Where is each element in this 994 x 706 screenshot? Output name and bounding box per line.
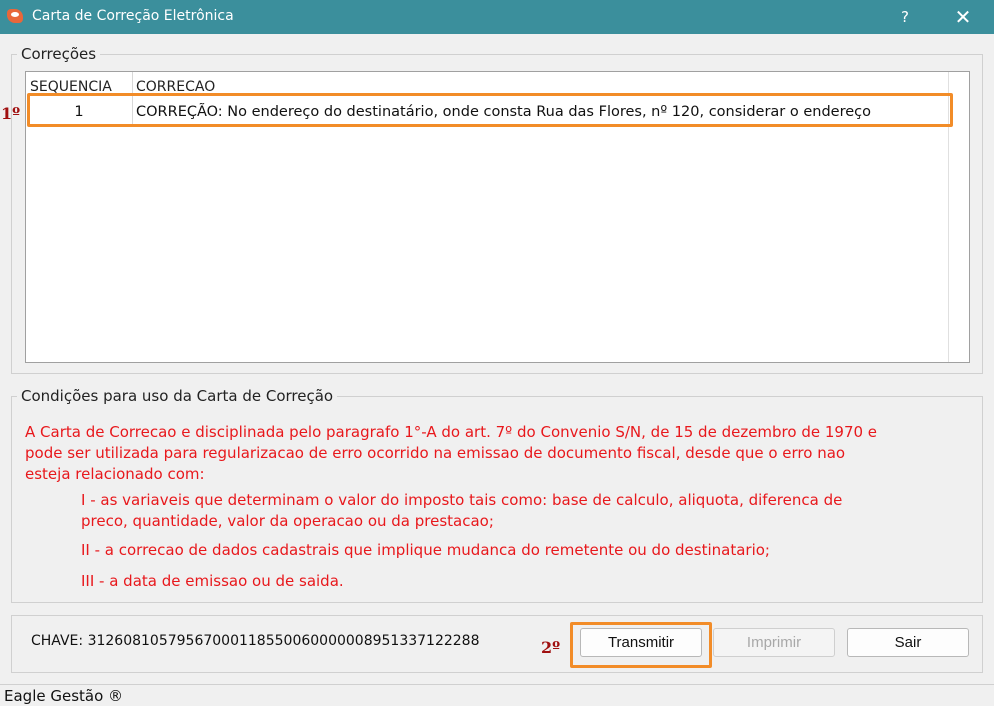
marker-second: 2º: [541, 638, 561, 657]
app-logo-icon: [7, 9, 23, 23]
conditions-group-title: Condições para uso da Carta de Correção: [17, 387, 338, 405]
conditions-item-line: I - as variaveis que determinam o valor …: [81, 491, 843, 509]
conditions-intro-line: esteja relacionado com:: [25, 465, 205, 483]
imprimir-button[interactable]: Imprimir: [713, 628, 835, 657]
corrections-group-title: Correções: [17, 45, 101, 63]
window-title: Carta de Correção Eletrônica: [32, 8, 234, 24]
conditions-intro: A Carta de Correcao e disciplinada pelo …: [25, 422, 877, 485]
highlight-box-second: [570, 622, 712, 668]
conditions-item-line: preco, quantidade, valor da operacao ou …: [81, 512, 494, 530]
status-bar: Eagle Gestão ®: [0, 684, 994, 706]
conditions-item-1: I - as variaveis que determinam o valor …: [81, 490, 842, 532]
chave-label: CHAVE: 312608105795670001185500600000089…: [31, 633, 480, 649]
title-bar: Carta de Correção Eletrônica ? ✕: [0, 0, 994, 34]
conditions-item-2: II - a correcao de dados cadastrais que …: [81, 541, 770, 559]
highlight-box-first: [27, 93, 953, 127]
conditions-item-3: III - a data de emissao ou de saida.: [81, 572, 344, 590]
marker-first: 1º: [1, 104, 21, 123]
help-button[interactable]: ?: [892, 4, 918, 30]
close-button[interactable]: ✕: [950, 4, 976, 30]
conditions-intro-line: A Carta de Correcao e disciplinada pelo …: [25, 423, 878, 441]
sair-button[interactable]: Sair: [847, 628, 969, 657]
conditions-intro-line: pode ser utilizada para regularizacao de…: [25, 444, 846, 462]
